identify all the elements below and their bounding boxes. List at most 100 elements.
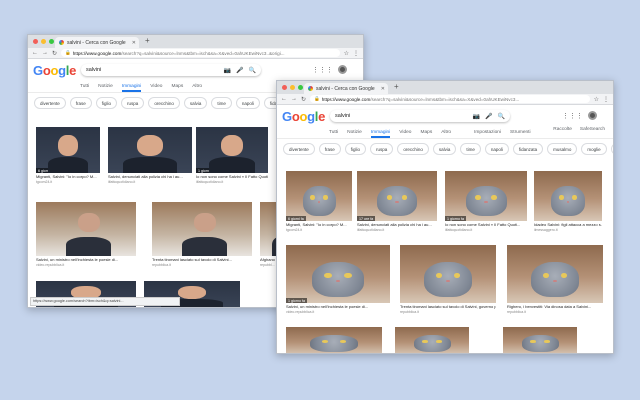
image-result[interactable]: 6 giorni fa Migranti, Salvini: "Io in co… [286, 171, 352, 233]
reload-icon[interactable]: ↻ [52, 50, 57, 57]
chip[interactable]: lega [610, 143, 613, 155]
google-logo[interactable]: Google [282, 109, 325, 124]
safesearch-link[interactable]: SafeSearch [580, 127, 605, 135]
chip[interactable]: napoli [484, 143, 509, 155]
result-title[interactable]: Migranti, Salvini: "Io in corpo? M... [36, 174, 100, 179]
image-result[interactable]: 6 giorni fa Migranti, Salvini: "Io in co… [36, 127, 100, 187]
result-thumbnail[interactable]: 6 giorni fa [36, 127, 100, 173]
image-result[interactable]: Righero, i benvestiti: Via dinosa data a… [507, 245, 603, 317]
chip[interactable]: frase [318, 143, 341, 155]
image-result[interactable] [286, 327, 382, 353]
result-thumbnail[interactable] [400, 245, 496, 303]
avatar[interactable] [588, 111, 597, 120]
google-logo[interactable]: Google [33, 63, 76, 78]
maximize-window-button[interactable] [298, 85, 303, 90]
tab-video[interactable]: Video [399, 130, 411, 138]
browser-tab[interactable]: salvini - Cerca con Google ✕ [304, 83, 388, 94]
chip[interactable]: orecchino [397, 143, 429, 155]
result-thumbnail[interactable] [152, 202, 252, 256]
close-tab-icon[interactable]: ✕ [132, 40, 136, 46]
tab-tools[interactable]: Strumenti [510, 130, 531, 138]
result-thumbnail[interactable]: 1 giorno fa [286, 245, 390, 303]
chip[interactable]: ruspa [121, 97, 145, 109]
minimize-window-button[interactable] [41, 39, 46, 44]
result-title[interactable]: Trenta tiromani lasciato sul tavolo di S… [400, 304, 496, 309]
chip[interactable]: napoli [235, 97, 260, 109]
result-thumbnail[interactable]: 1 giorno fa [445, 171, 527, 221]
tab-maps[interactable]: Maps [420, 130, 432, 138]
result-thumbnail[interactable]: 17 ore fa [357, 171, 437, 221]
image-result[interactable]: Idadeo Salvini: figli attacca a mezzo s.… [534, 171, 602, 233]
image-result[interactable]: 17 ore fa Salvini, denunciati alla poliz… [357, 171, 437, 233]
back-icon[interactable]: ← [32, 50, 38, 56]
tab-more[interactable]: Altro [441, 130, 451, 138]
result-title[interactable]: Righero, i benvestiti: Via dinosa data a… [507, 304, 603, 309]
chip[interactable]: figlio [95, 97, 118, 109]
result-thumbnail[interactable] [503, 327, 577, 353]
microphone-icon[interactable]: 🎤 [236, 67, 243, 74]
chip[interactable]: fidanzata [512, 143, 544, 155]
chip[interactable]: salvia [183, 97, 208, 109]
search-icon[interactable]: 🔍 [249, 67, 256, 74]
search-icon[interactable]: 🔍 [498, 113, 505, 120]
image-result[interactable] [395, 327, 469, 353]
tab-all[interactable]: Tutti [80, 84, 89, 92]
browser-window-front[interactable]: salvini - Cerca con Google ✕ + ← → ↻ 🔒 h… [276, 80, 614, 354]
result-thumbnail[interactable] [534, 171, 602, 221]
image-result[interactable]: 1 giorno fa Salvini, un ministro nell'in… [286, 245, 390, 317]
avatar[interactable] [338, 65, 347, 74]
collections-link[interactable]: Raccolte [553, 127, 572, 135]
url-field[interactable]: 🔒 https://www.google.com /search?q=salvi… [310, 95, 590, 103]
apps-grid-icon[interactable]: ⋮⋮⋮ [312, 66, 333, 74]
tab-images[interactable]: Immagini [370, 130, 391, 138]
tab-news[interactable]: Notizie [98, 84, 113, 92]
browser-menu-icon[interactable]: ⋮ [603, 96, 609, 103]
image-result[interactable]: Trenta tiromani lasciato sul tavolo di S… [152, 202, 252, 270]
chip[interactable]: salvia [432, 143, 457, 155]
forward-icon[interactable]: → [291, 96, 297, 102]
image-result[interactable]: 1 giorno fa Io non sono come Salvini » I… [196, 127, 268, 187]
result-title[interactable]: Trenta tiromani lasciato sul tavolo di S… [152, 257, 252, 262]
chip[interactable]: ruspa [370, 143, 394, 155]
close-window-button[interactable] [282, 85, 287, 90]
close-tab-icon[interactable]: ✕ [381, 86, 385, 92]
chip[interactable]: time [460, 143, 481, 155]
image-result[interactable]: 1 giorno fa Io non sono come Salvini » I… [445, 171, 527, 233]
apps-grid-icon[interactable]: ⋮⋮⋮ [562, 112, 583, 120]
chip[interactable]: divertente [283, 143, 315, 155]
camera-icon[interactable]: 📷 [224, 67, 231, 74]
search-input[interactable]: salvini [86, 67, 219, 73]
image-result[interactable] [503, 327, 577, 353]
result-thumbnail[interactable]: 6 giorni fa [286, 171, 352, 221]
minimize-window-button[interactable] [290, 85, 295, 90]
chip[interactable]: figlio [344, 143, 367, 155]
tab-maps[interactable]: Maps [171, 84, 183, 92]
tab-more[interactable]: Altro [192, 84, 202, 92]
result-title[interactable]: Io non sono come Salvini » Il Fatto Quot… [196, 174, 268, 179]
close-window-button[interactable] [33, 39, 38, 44]
result-thumbnail[interactable] [108, 127, 192, 173]
chip[interactable]: musalmo [547, 143, 578, 155]
search-box[interactable]: salvini 📷 🎤 🔍 [81, 64, 261, 76]
new-tab-button[interactable]: + [145, 36, 150, 45]
forward-icon[interactable]: → [42, 50, 48, 56]
chip[interactable]: frase [69, 97, 92, 109]
image-result[interactable]: Salvini, un ministro nell'inchiesta le p… [36, 202, 136, 270]
chip[interactable]: time [211, 97, 232, 109]
image-result[interactable]: Trenta tiromani lasciato sul tavolo di S… [400, 245, 496, 317]
browser-tab[interactable]: salvini - Cerca con Google ✕ [55, 37, 139, 48]
search-input[interactable]: salvini [335, 113, 468, 119]
result-title[interactable]: Salvini, un ministro nell'inchiesta le p… [286, 304, 390, 309]
url-field[interactable]: 🔒 https://www.google.com /search?q=salvi… [61, 49, 340, 57]
result-title[interactable]: Salvini, un ministro nell'inchiesta le p… [36, 257, 136, 262]
result-title[interactable]: Io non sono come Salvini » Il Fatto Quot… [445, 222, 527, 227]
tab-news[interactable]: Notizie [347, 130, 362, 138]
bookmark-star-icon[interactable]: ☆ [344, 50, 349, 57]
tab-all[interactable]: Tutti [329, 130, 338, 138]
chip[interactable]: divertente [34, 97, 66, 109]
result-title[interactable]: Salvini, denunciati alla polizia chi ha … [357, 222, 437, 227]
result-thumbnail[interactable]: 1 giorno fa [196, 127, 268, 173]
result-title[interactable]: Salvini, denunciati alla polizia chi ha … [108, 174, 192, 179]
result-thumbnail[interactable] [395, 327, 469, 353]
tab-settings[interactable]: Impostazioni [474, 130, 501, 138]
